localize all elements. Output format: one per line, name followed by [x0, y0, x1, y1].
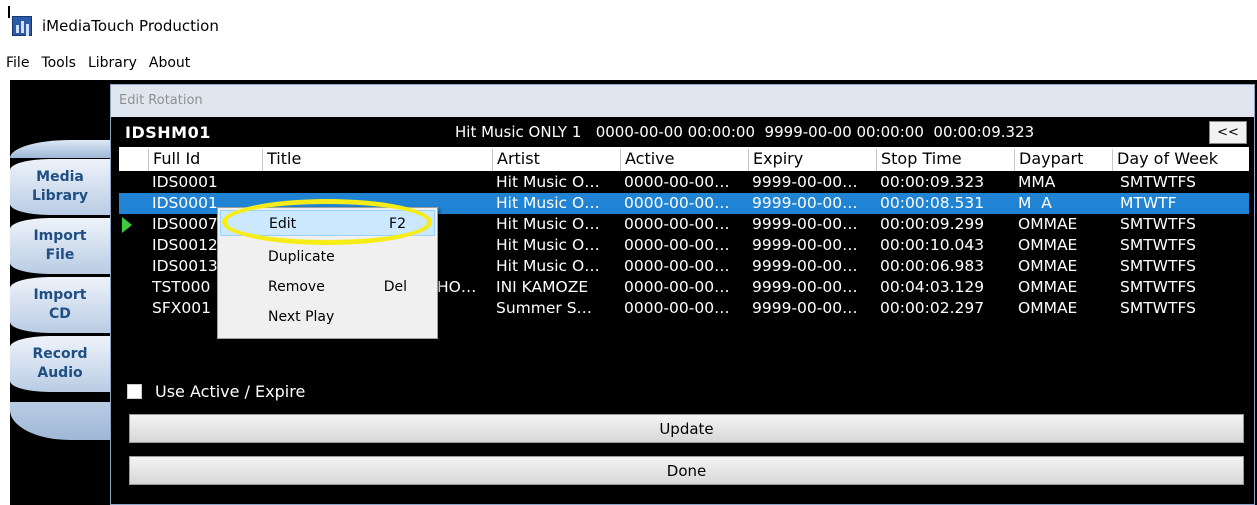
menu-about[interactable]: About	[143, 52, 196, 76]
dialog-title: Edit Rotation	[111, 85, 1254, 117]
cell-expiry: 9999-00-00…	[752, 194, 858, 212]
cell-full-id: IDS0012	[152, 236, 218, 254]
sidebar-item-import-cd[interactable]: Import CD	[10, 276, 110, 334]
col-stop-time[interactable]: Stop Time	[876, 149, 1014, 171]
use-active-expire-checkbox[interactable]	[127, 384, 142, 399]
window-edge-mark	[8, 6, 10, 18]
cell-daypart: MMA	[1018, 173, 1056, 191]
cell-stop-time: 00:00:09.323	[880, 173, 985, 191]
cell-artist: Hit Music O…	[496, 257, 600, 275]
cell-full-id: TST000	[152, 278, 211, 296]
cell-expiry: 9999-00-00…	[752, 236, 858, 254]
cell-expiry: 9999-00-00…	[752, 299, 858, 317]
context-menu-item-edit[interactable]: Edit F2	[220, 210, 435, 236]
cell-active: 0000-00-00…	[624, 236, 730, 254]
cell-active: 0000-00-00…	[624, 173, 730, 191]
cell-expiry: 9999-00-00…	[752, 173, 858, 191]
cell-artist: Hit Music O…	[496, 194, 600, 212]
window-title: iMediaTouch Production	[42, 17, 219, 35]
menu-file[interactable]: File	[0, 52, 35, 76]
title-bar: iMediaTouch Production	[0, 0, 1257, 50]
cell-dow: SMTWTFS	[1120, 299, 1196, 317]
cell-stop-time: 00:00:10.043	[880, 236, 985, 254]
cell-stop-time: 00:00:09.299	[880, 215, 985, 233]
play-marker-icon	[122, 217, 132, 233]
cell-artist: INI KAMOZE	[496, 278, 589, 296]
cell-dow: SMTWTFS	[1120, 257, 1196, 275]
cell-daypart: OMMAE	[1018, 236, 1078, 254]
cell-stop-time: 00:00:06.983	[880, 257, 985, 275]
sidebar: Media Library Import File Import CD Reco…	[10, 140, 110, 440]
cell-daypart: OMMAE	[1018, 299, 1078, 317]
cell-artist: Hit Music O…	[496, 236, 600, 254]
cell-title: HO…	[437, 278, 477, 296]
cell-daypart: OMMAE	[1018, 215, 1078, 233]
cell-full-id: IDS0007	[152, 215, 218, 233]
col-daypart[interactable]: Daypart	[1014, 149, 1112, 171]
cell-stop-time: 00:00:02.297	[880, 299, 985, 317]
cell-expiry: 9999-00-00…	[752, 278, 858, 296]
cell-daypart: OMMAE	[1018, 278, 1078, 296]
context-menu-label: Duplicate	[268, 249, 335, 265]
col-expiry[interactable]: Expiry	[748, 149, 876, 171]
rotation-header: IDSHM01 Hit Music ONLY 1 0000-00-00 00:0…	[119, 119, 1249, 145]
col-full-id[interactable]: Full Id	[148, 149, 262, 171]
context-menu-label: Edit	[269, 216, 297, 232]
menu-library[interactable]: Library	[82, 52, 143, 76]
context-menu-item-duplicate[interactable]: Duplicate	[220, 244, 435, 270]
table-row[interactable]: IDS0001 Hit Music O… 0000-00-00… 9999-00-00…	[119, 172, 1249, 193]
cell-artist: Hit Music O…	[496, 215, 600, 233]
sidebar-cap	[10, 140, 110, 158]
app-icon	[12, 16, 32, 36]
cell-artist: Summer S…	[496, 299, 593, 317]
cell-stop-time: 00:00:08.531	[880, 194, 985, 212]
sidebar-item-import-file[interactable]: Import File	[10, 217, 110, 275]
cell-expiry: 9999-00-00…	[752, 257, 858, 275]
rotation-info: Hit Music ONLY 1 0000-00-00 00:00:00 999…	[455, 123, 1035, 141]
col-active[interactable]: Active	[620, 149, 748, 171]
context-menu-item-remove[interactable]: Remove Del	[220, 274, 435, 300]
context-menu: Edit F2 Duplicate Remove Del Next Play	[217, 207, 438, 339]
cell-active: 0000-00-00…	[624, 299, 730, 317]
sidebar-item-media-library[interactable]: Media Library	[10, 158, 110, 216]
cell-active: 0000-00-00…	[624, 257, 730, 275]
update-button[interactable]: Update	[129, 414, 1244, 443]
context-menu-shortcut: Del	[383, 279, 407, 295]
cell-artist: Hit Music O…	[496, 173, 600, 191]
collapse-button[interactable]: <<	[1209, 121, 1247, 144]
cell-active: 0000-00-00…	[624, 278, 730, 296]
cell-dow: SMTWTFS	[1120, 278, 1196, 296]
col-title[interactable]: Title	[262, 149, 492, 171]
cell-active: 0000-00-00…	[624, 215, 730, 233]
cell-daypart: M A	[1018, 194, 1052, 212]
cell-full-id: IDS0013	[152, 257, 218, 275]
done-button[interactable]: Done	[129, 456, 1244, 485]
cell-expiry: 9999-00-00…	[752, 215, 858, 233]
menu-tools[interactable]: Tools	[35, 52, 82, 76]
rotation-id: IDSHM01	[125, 123, 211, 142]
col-day-of-week[interactable]: Day of Week	[1112, 149, 1249, 171]
cell-daypart: OMMAE	[1018, 257, 1078, 275]
cell-full-id: SFX001	[152, 299, 211, 317]
context-menu-label: Remove	[268, 279, 325, 295]
menu-bar: File Tools Library About	[0, 52, 196, 76]
cell-full-id: IDS0001	[152, 194, 218, 212]
cell-active: 0000-00-00…	[624, 194, 730, 212]
cell-full-id: IDS0001	[152, 173, 218, 191]
cell-stop-time: 00:04:03.129	[880, 278, 985, 296]
use-active-expire-label: Use Active / Expire	[155, 382, 306, 401]
context-menu-shortcut: F2	[389, 216, 406, 232]
context-menu-item-next-play[interactable]: Next Play	[220, 304, 435, 330]
context-menu-label: Next Play	[268, 309, 335, 325]
cell-dow: SMTWTFS	[1120, 173, 1196, 191]
table-header: Full Id Title Artist Active Expiry Stop …	[119, 147, 1249, 171]
col-artist[interactable]: Artist	[492, 149, 620, 171]
sidebar-item-record-audio[interactable]: Record Audio	[10, 335, 110, 393]
cell-dow: SMTWTFS	[1120, 236, 1196, 254]
cell-dow: MTWTF	[1120, 194, 1177, 212]
cell-dow: SMTWTFS	[1120, 215, 1196, 233]
